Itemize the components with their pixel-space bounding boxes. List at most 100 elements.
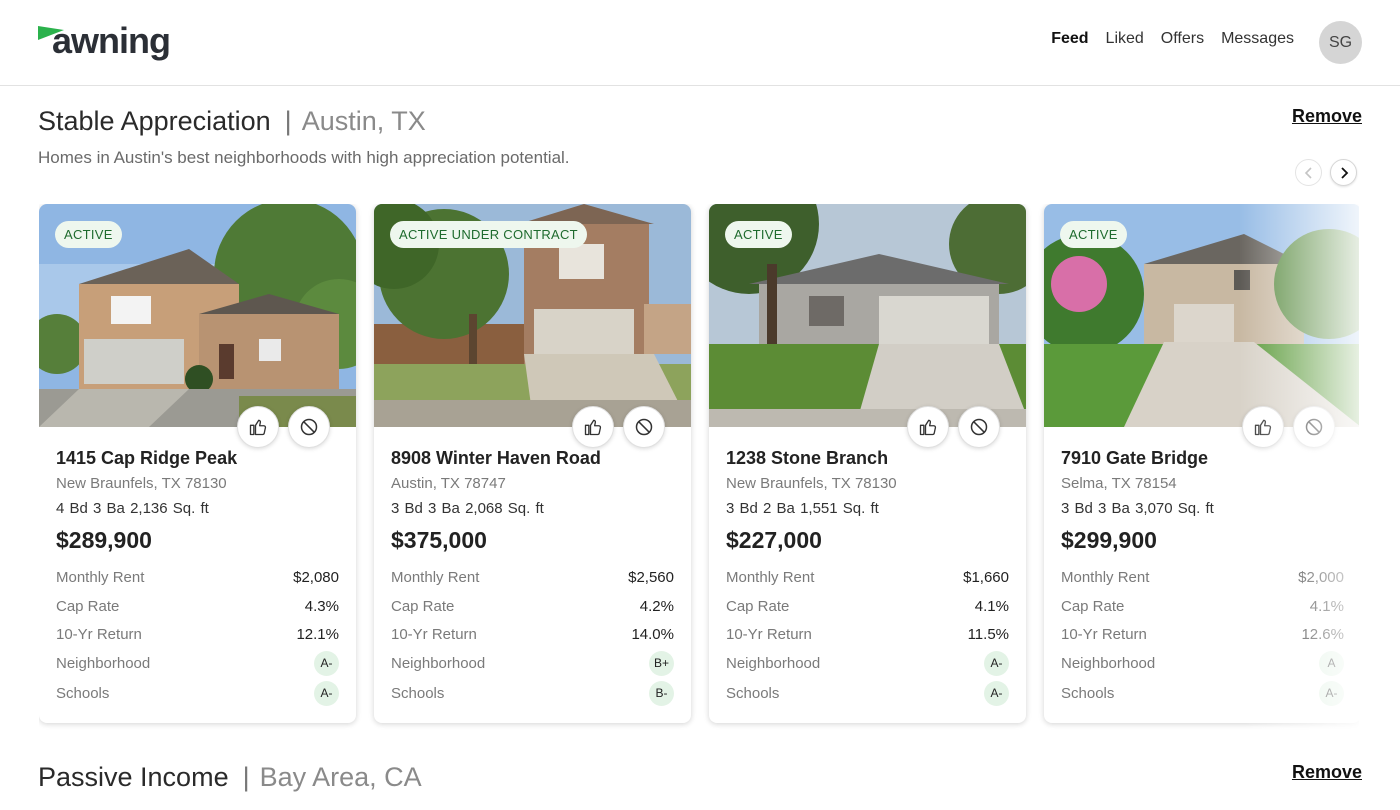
status-badge: ACTIVE: [55, 221, 122, 248]
dislike-button[interactable]: [288, 406, 330, 448]
main-nav: Feed Liked Offers Messages: [1051, 30, 1294, 48]
section-location: Austin, TX: [301, 106, 426, 136]
block-icon: [1305, 418, 1323, 436]
dislike-button[interactable]: [958, 406, 1000, 448]
metric-cap-rate: Cap Rate 4.2%: [391, 595, 674, 617]
listing-photo[interactable]: ACTIVE: [709, 204, 1026, 427]
metric-cap-rate: Cap Rate 4.1%: [1061, 595, 1344, 617]
listing-beds: 4 Bd: [56, 500, 88, 517]
listing-photo[interactable]: ACTIVE UNDER CONTRACT: [374, 204, 691, 427]
listing-card[interactable]: ACTIVE UNDER CONTRACT 8908 Winter Haven …: [374, 204, 691, 723]
grade-schools: Schools A-: [56, 680, 339, 706]
grade-label: Schools: [56, 684, 110, 702]
metric-label: 10-Yr Return: [726, 625, 812, 643]
nav-feed[interactable]: Feed: [1051, 30, 1088, 48]
grade-label: Neighborhood: [726, 654, 821, 672]
listing-city: Selma, TX 78154: [1061, 475, 1177, 492]
status-badge: ACTIVE UNDER CONTRACT: [390, 221, 587, 248]
listing-city: Austin, TX 78747: [391, 475, 506, 492]
metric-label: Monthly Rent: [726, 568, 815, 586]
grade-label: Schools: [726, 684, 780, 702]
status-badge: ACTIVE: [725, 221, 792, 248]
block-icon: [635, 418, 653, 436]
metric-label: Monthly Rent: [1061, 568, 1150, 586]
listing-address: 1238 Stone Branch: [726, 448, 889, 468]
grade-badge: A-: [314, 680, 339, 706]
grade-schools: Schools A-: [1061, 680, 1344, 706]
listing-beds: 3 Bd: [391, 500, 423, 517]
metric-label: 10-Yr Return: [391, 625, 477, 643]
listing-city: New Braunfels, TX 78130: [726, 475, 897, 492]
listing-sqft: 2,068 Sq. ft: [465, 500, 544, 517]
metric-cap-rate: Cap Rate 4.3%: [56, 595, 339, 617]
section-title: Stable Appreciation | Austin, TX: [38, 104, 426, 138]
carousel-next-button[interactable]: [1330, 159, 1357, 186]
logo-wordmark: awning: [52, 20, 171, 61]
metric-monthly-rent: Monthly Rent $2,560: [391, 566, 674, 588]
metric-label: Cap Rate: [1061, 597, 1125, 615]
metric-value: $2,080: [293, 568, 339, 586]
nav-liked[interactable]: Liked: [1106, 30, 1144, 48]
listing-card[interactable]: ACTIVE 7910 Gate Bridge Selma, TX 78154 …: [1044, 204, 1359, 723]
like-button[interactable]: [907, 406, 949, 448]
listing-baths: 3 Ba: [93, 500, 125, 517]
metric-monthly-rent: Monthly Rent $1,660: [726, 566, 1009, 588]
listing-address: 1415 Cap Ridge Peak: [56, 448, 238, 468]
dislike-button[interactable]: [1293, 406, 1335, 448]
listing-photo[interactable]: ACTIVE: [39, 204, 356, 427]
metric-label: Monthly Rent: [56, 568, 145, 586]
grade-badge: B-: [649, 680, 674, 706]
nav-offers[interactable]: Offers: [1161, 30, 1204, 48]
metric-label: Cap Rate: [726, 597, 790, 615]
listing-sqft: 3,070 Sq. ft: [1135, 500, 1214, 517]
metric-value: 11.5%: [967, 625, 1009, 643]
like-button[interactable]: [1242, 406, 1284, 448]
awning-logo[interactable]: awning: [38, 20, 171, 62]
top-bar: awning Feed Liked Offers Messages SG: [0, 0, 1400, 86]
metric-value: $1,660: [963, 568, 1009, 586]
grade-neighborhood: Neighborhood A-: [726, 650, 1009, 676]
like-button[interactable]: [237, 406, 279, 448]
like-button[interactable]: [572, 406, 614, 448]
metric-monthly-rent: Monthly Rent $2,080: [56, 566, 339, 588]
listing-price: $299,900: [1061, 527, 1157, 553]
listing-specs: 3 Bd 3 Ba 2,068 Sq. ft: [391, 500, 544, 517]
remove-section-button[interactable]: Remove: [1292, 762, 1362, 783]
block-icon: [970, 418, 988, 436]
listing-card[interactable]: ACTIVE 1238 Stone Branch New Braunfels, …: [709, 204, 1026, 723]
metric-value: 12.6%: [1301, 625, 1344, 643]
grade-badge: A: [1319, 650, 1344, 676]
metric-value: 12.1%: [296, 625, 339, 643]
user-avatar[interactable]: SG: [1319, 21, 1362, 64]
thumbs-up-icon: [1254, 419, 1272, 436]
nav-messages[interactable]: Messages: [1221, 30, 1294, 48]
grade-neighborhood: Neighborhood B+: [391, 650, 674, 676]
metric-10yr-return: 10-Yr Return 14.0%: [391, 623, 674, 645]
grade-schools: Schools A-: [726, 680, 1009, 706]
grade-badge: A-: [984, 650, 1009, 676]
metric-value: $2,000: [1298, 568, 1344, 586]
listing-baths: 2 Ba: [763, 500, 795, 517]
metric-10yr-return: 10-Yr Return 12.1%: [56, 623, 339, 645]
grade-label: Schools: [1061, 684, 1115, 702]
listing-beds: 3 Bd: [1061, 500, 1093, 517]
listing-sqft: 1,551 Sq. ft: [800, 500, 879, 517]
chevron-right-icon: [1340, 166, 1348, 179]
section-title: Passive Income | Bay Area, CA: [38, 760, 422, 794]
metric-label: Cap Rate: [391, 597, 455, 615]
section-name: Passive Income: [38, 762, 229, 792]
metric-value: 4.1%: [1309, 597, 1344, 615]
remove-section-button[interactable]: Remove: [1292, 106, 1362, 127]
listing-card[interactable]: ACTIVE 1415 Cap Ridge Peak New Braunfels…: [39, 204, 356, 723]
listing-photo[interactable]: ACTIVE: [1044, 204, 1359, 427]
listing-carousel: ACTIVE 1415 Cap Ridge Peak New Braunfels…: [39, 204, 1359, 734]
section-subtitle: Homes in Austin's best neighborhoods wit…: [38, 148, 570, 167]
section-location: Bay Area, CA: [259, 762, 422, 792]
carousel-prev-button[interactable]: [1295, 159, 1322, 186]
dislike-button[interactable]: [623, 406, 665, 448]
title-separator: |: [242, 762, 250, 792]
chevron-left-icon: [1304, 166, 1312, 179]
thumbs-up-icon: [249, 419, 267, 436]
thumbs-up-icon: [584, 419, 602, 436]
listing-baths: 3 Ba: [428, 500, 460, 517]
